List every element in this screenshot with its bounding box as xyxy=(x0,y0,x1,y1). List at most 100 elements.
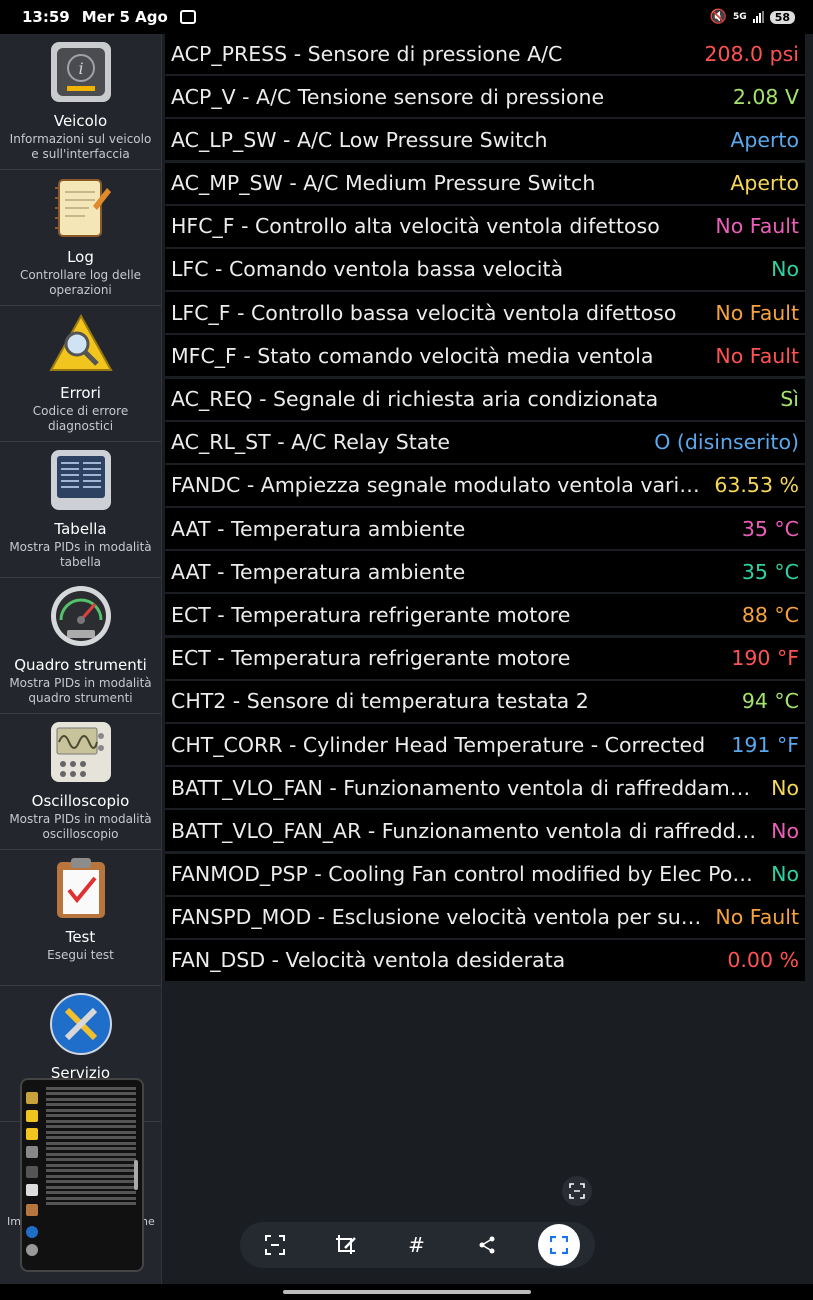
scan-text-icon xyxy=(569,1183,585,1199)
pid-row[interactable]: AAT - Temperatura ambiente 35 °C xyxy=(165,508,805,550)
pid-value: No xyxy=(771,775,799,800)
sidebar-item-oscilloscopio[interactable]: Oscilloscopio Mostra PIDs in modalità os… xyxy=(0,714,161,850)
pid-value: No xyxy=(771,862,799,887)
pid-row[interactable]: ACP_PRESS - Sensore di pressione A/C 208.… xyxy=(165,33,805,74)
pid-value: 191 °F xyxy=(731,732,799,757)
sidebar-item-quadro-strumenti[interactable]: Quadro strumenti Mostra PIDs in modalità… xyxy=(0,578,161,714)
pid-row[interactable]: AAT - Temperatura ambiente 35 °C xyxy=(165,551,805,593)
sidebar-item-log[interactable]: Log Controllare log delle operazioni xyxy=(0,170,161,306)
pid-value: 2.08 V xyxy=(732,84,799,109)
sidebar-item-test[interactable]: Test Esegui test xyxy=(0,850,161,986)
pid-row[interactable]: AC_LP_SW - A/C Low Pressure Switch Aperto xyxy=(165,119,805,161)
pid-label: MFC_F - Stato comando velocità media ven… xyxy=(171,343,654,368)
pid-label: ACP_V - A/C Tensione sensore di pression… xyxy=(171,84,605,109)
navigation-bar xyxy=(0,1284,813,1300)
mute-icon: 🔇 xyxy=(709,9,728,25)
gauge-icon xyxy=(50,586,111,646)
pid-value: 94 °C xyxy=(741,689,799,714)
edit-button[interactable] xyxy=(326,1225,366,1265)
tag-button[interactable]: # xyxy=(396,1225,436,1265)
oscilloscope-icon xyxy=(50,722,111,782)
vehicle-info-icon: i xyxy=(50,42,111,102)
pid-row[interactable]: MFC_F - Stato comando velocità media ven… xyxy=(165,335,805,377)
pid-value: Aperto xyxy=(730,127,799,152)
pid-value: 0.00 % xyxy=(727,948,799,973)
pid-label: AC_LP_SW - A/C Low Pressure Switch xyxy=(171,127,548,152)
pid-label: CHT2 - Sensore di temperatura testata 2 xyxy=(171,689,589,714)
pid-row[interactable]: FANMOD_PSP - Cooling Fan control modifie… xyxy=(165,853,805,895)
pid-label: AC_MP_SW - A/C Medium Pressure Switch xyxy=(171,171,596,196)
pid-row[interactable]: LFC_F - Controllo bassa velocità ventola… xyxy=(165,292,805,334)
pid-label: AAT - Temperatura ambiente xyxy=(171,559,466,584)
sidebar-item-tabella[interactable]: Tabella Mostra PIDs in modalità tabella xyxy=(0,442,161,578)
edit-crop-icon xyxy=(335,1235,356,1254)
pid-row[interactable]: FAN_DSD - Velocità ventola desiderata 0.0… xyxy=(165,939,805,981)
pid-label: AAT - Temperatura ambiente xyxy=(171,516,466,541)
thumbnail-app-icon xyxy=(26,1226,38,1238)
sidebar-item-veicolo[interactable]: i Veicolo Informazioni sul veicolo e sul… xyxy=(0,34,161,170)
pid-row[interactable]: CHT_CORR - Cylinder Head Temperature - C… xyxy=(165,724,805,765)
pid-value: No Fault xyxy=(715,214,799,239)
pid-value: 35 °C xyxy=(741,559,799,584)
capture-button[interactable] xyxy=(537,1224,580,1266)
pid-row[interactable]: CHT2 - Sensore di temperatura testata 2 9… xyxy=(165,680,805,722)
pid-row[interactable]: ACP_V - A/C Tensione sensore di pression… xyxy=(165,76,805,118)
pid-value: O (disinserito) xyxy=(654,430,799,455)
pid-row[interactable]: ECT - Temperatura refrigerante motore 88 … xyxy=(165,594,805,636)
pid-label: LFC_F - Controllo bassa velocità ventola… xyxy=(171,300,677,325)
sidebar-item-subtitle: Mostra PIDs in modalità quadro strumenti xyxy=(9,676,152,705)
pid-label: HFC_F - Controllo alta velocità ventola … xyxy=(171,214,660,239)
sidebar-item-title: Oscilloscopio xyxy=(31,792,130,810)
pid-value: 208.0 psi xyxy=(704,41,799,66)
thumbnail-preview xyxy=(24,1084,136,1208)
pid-label: FAN_DSD - Velocità ventola desiderata xyxy=(171,948,566,973)
pid-value: Aperto xyxy=(730,171,799,196)
table-display-icon xyxy=(50,450,111,510)
share-button[interactable] xyxy=(467,1225,507,1265)
svg-text:i: i xyxy=(78,59,83,78)
home-gesture-handle[interactable] xyxy=(283,1290,531,1294)
pid-row[interactable]: AC_REQ - Segnale di richiesta aria condi… xyxy=(165,378,805,420)
pid-row[interactable]: BATT_VLO_FAN - Funzionamento ventola di … xyxy=(165,767,805,809)
pid-row[interactable]: AC_RL_ST - A/C Relay State O (disinserito… xyxy=(165,421,805,463)
screenshot-thumbnail[interactable] xyxy=(20,1078,144,1272)
pid-label: ECT - Temperatura refrigerante motore xyxy=(171,646,571,671)
pid-label: AC_RL_ST - A/C Relay State xyxy=(171,430,450,455)
scroll-capture-button[interactable] xyxy=(562,1176,592,1206)
pid-value: No Fault xyxy=(715,343,799,368)
sidebar-item-subtitle: Codice di errore diagnostici xyxy=(32,404,129,433)
pid-row[interactable]: FANSPD_MOD - Esclusione velocità ventola… xyxy=(165,896,805,938)
sidebar-item-title: Veicolo xyxy=(53,112,108,130)
pid-value: 63.53 % xyxy=(714,473,799,498)
signal-icon xyxy=(752,11,764,23)
status-bar: 13:59 Mer 5 Ago 🔇 5G 58 xyxy=(0,0,813,34)
sidebar-item-errori[interactable]: Errori Codice di errore diagnostici xyxy=(0,306,161,442)
clipboard-check-icon xyxy=(56,858,105,918)
pid-row[interactable]: ECT - Temperatura refrigerante motore 190… xyxy=(165,637,805,679)
status-time: 13:59 xyxy=(22,8,70,26)
pid-label: LFC - Comando ventola bassa velocità xyxy=(171,257,564,282)
pid-row[interactable]: AC_MP_SW - A/C Medium Pressure Switch Ape… xyxy=(165,162,805,204)
sidebar-item-subtitle: Mostra PIDs in modalità oscilloscopio xyxy=(9,812,152,841)
sidebar-item-subtitle: Mostra PIDs in modalità tabella xyxy=(9,540,152,569)
sidebar-item-subtitle: Esegui test xyxy=(47,948,114,962)
scan-text-button[interactable] xyxy=(255,1225,295,1265)
capture-icon xyxy=(549,1236,568,1254)
pid-row[interactable]: LFC - Comando ventola bassa velocità No xyxy=(165,248,805,290)
pid-row[interactable]: FANDC - Ampiezza segnale modulato ventol… xyxy=(165,464,805,506)
pid-list: ACP_PRESS - Sensore di pressione A/C 208.… xyxy=(165,33,805,983)
tools-icon xyxy=(49,993,112,1055)
pid-label: AC_REQ - Segnale di richiesta aria condi… xyxy=(171,387,659,411)
pid-row[interactable]: HFC_F - Controllo alta velocità ventola … xyxy=(165,205,805,247)
hashtag-icon: # xyxy=(408,1233,425,1257)
pid-label: BATT_VLO_FAN - Funzionamento ventola di … xyxy=(171,775,762,800)
pid-value: No Fault xyxy=(715,905,799,930)
network-type: 5G xyxy=(733,11,747,22)
pid-label: CHT_CORR - Cylinder Head Temperature - C… xyxy=(171,732,706,757)
thumbnail-scrollbar xyxy=(134,1160,138,1190)
sidebar-item-title: Tabella xyxy=(54,520,107,538)
pid-row[interactable]: BATT_VLO_FAN_AR - Funzionamento ventola … xyxy=(165,810,805,852)
pid-label: FANSPD_MOD - Esclusione velocità ventola… xyxy=(171,905,706,930)
thumbnail-app-icon xyxy=(26,1244,38,1256)
sidebar-item-title: Test xyxy=(65,928,96,946)
